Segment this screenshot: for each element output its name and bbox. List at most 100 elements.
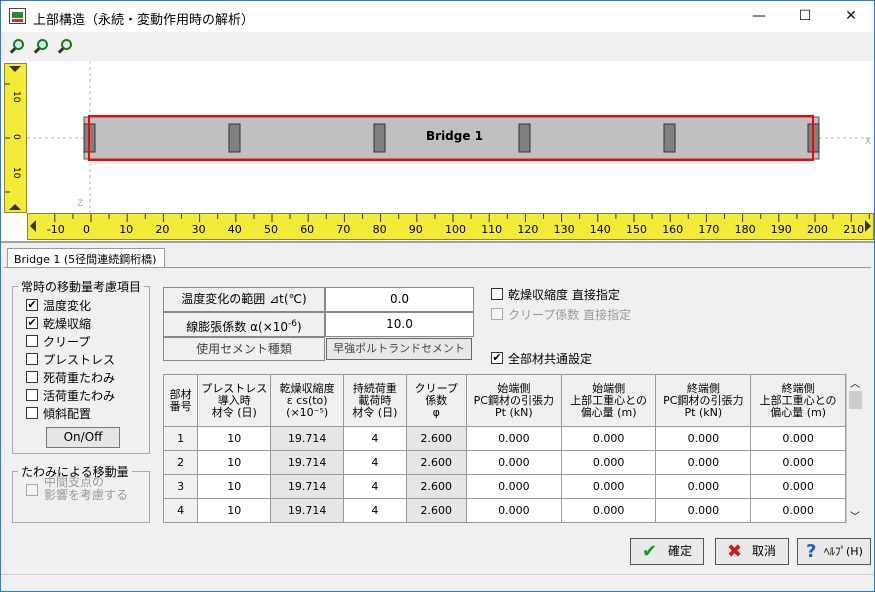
cement-type-label: 使用セメント種類: [163, 337, 325, 361]
movement-checkbox[interactable]: [26, 371, 38, 383]
table-cell[interactable]: 4: [343, 498, 407, 523]
table-column-header: プレストレス 導入時 材令 (日): [197, 374, 272, 427]
movement-checkbox[interactable]: ✔: [26, 317, 38, 329]
table-cell[interactable]: 0.000: [560, 474, 657, 499]
ok-button-label: 確定: [668, 544, 693, 558]
linear-expansion-input[interactable]: 10.0: [325, 312, 474, 337]
intermediate-support-checkbox[interactable]: [26, 484, 38, 496]
table-cell[interactable]: 2.600: [405, 450, 467, 475]
ruler-tick-label: 130: [553, 223, 575, 236]
v-ruler-tick-bottom: 10: [11, 167, 21, 179]
table-column-header: 始端側 上部工重心との 偏心量 (m): [560, 374, 657, 427]
movement-checkbox[interactable]: [26, 335, 38, 347]
table-cell[interactable]: 10: [197, 426, 272, 451]
ruler-tick-label: 190: [770, 223, 792, 236]
scroll-up-icon[interactable]: ︿: [850, 375, 860, 390]
linear-expansion-label-end: ): [297, 320, 302, 334]
zoom-out-icon[interactable]: [33, 38, 51, 56]
cancel-button[interactable]: ✖ 取消: [715, 538, 789, 565]
zoom-fit-icon[interactable]: [57, 38, 75, 56]
movement-checkbox[interactable]: ✔: [26, 299, 38, 311]
table-cell[interactable]: 2.600: [405, 426, 467, 451]
temp-range-input[interactable]: 0.0: [325, 287, 474, 312]
movement-checkbox-label: 死荷重たわみ: [43, 371, 116, 385]
movement-checkbox-label: 活荷重たわみ: [43, 389, 116, 403]
tab-bridge-1[interactable]: Bridge 1 (5径間連続鋼桁橋): [7, 248, 165, 268]
table-cell[interactable]: 0.000: [655, 498, 752, 523]
table-row: 1 10 19.714 4 2.600 0.000 0.000 0.000 0.000: [162, 426, 846, 451]
splitter[interactable]: [1, 241, 874, 243]
onoff-button[interactable]: On/Off: [46, 427, 120, 448]
table-cell[interactable]: 4: [343, 474, 407, 499]
ruler-tick-label: 80: [372, 223, 387, 236]
table-cell[interactable]: 2.600: [405, 474, 467, 499]
movement-checkbox-label: 温度変化: [43, 299, 92, 313]
creep-direct-checkbox[interactable]: [491, 308, 503, 320]
table-cell[interactable]: 0.000: [655, 474, 752, 499]
table-cell[interactable]: 10: [197, 474, 272, 499]
table-cell[interactable]: 0.000: [655, 426, 752, 451]
intermediate-support-label-line1: 中間支点の: [44, 475, 105, 489]
table-cell[interactable]: 0.000: [655, 450, 752, 475]
dialog-window: 上部構造（永続・変動作用時の解析） — ☐ ✕ Bridge 1 X Z 10 …: [0, 0, 875, 592]
linear-expansion-exponent: -6: [288, 319, 298, 329]
table-cell[interactable]: 0.000: [465, 498, 562, 523]
table-cell[interactable]: 0.000: [560, 426, 657, 451]
table-column-header: 始端側 PC鋼材の引張力 Pt (kN): [465, 374, 562, 427]
table-cell[interactable]: 4: [343, 450, 407, 475]
v-ruler-tick-zero: 0: [11, 134, 21, 140]
table-cell[interactable]: 0.000: [750, 474, 846, 499]
x-icon: ✖: [727, 541, 743, 562]
table-cell[interactable]: 2.600: [405, 498, 467, 523]
movement-checkbox[interactable]: [26, 389, 38, 401]
table-row: 4 10 19.714 4 2.600 0.000 0.000 0.000 0.000: [162, 498, 846, 523]
movement-checkbox[interactable]: [26, 407, 38, 419]
table-cell[interactable]: 0.000: [560, 498, 657, 523]
table-cell[interactable]: 0.000: [465, 426, 562, 451]
table-cell[interactable]: 0.000: [750, 426, 846, 451]
movement-items-title: 常時の移動量考慮項目: [18, 278, 145, 295]
scroll-down-icon[interactable]: ﹀: [850, 508, 860, 523]
ruler-tick-label: -10: [46, 223, 65, 236]
movement-checkbox[interactable]: [26, 353, 38, 365]
minimize-button[interactable]: —: [736, 1, 782, 32]
table-column-header: 持続荷重 載荷時 材令 (日): [343, 374, 407, 427]
horizontal-ruler: -10 0 10 20 30 40 50 60 70 80 90 100 110 120 130 140 150…: [27, 213, 874, 240]
settings-panel: 常時の移動量考慮項目 ✔ 温度変化 ✔ 乾燥収縮 クリープ プレストレス 死荷重たわみ 活荷重…: [4, 267, 871, 567]
table-cell[interactable]: 0.000: [560, 450, 657, 475]
table-cell[interactable]: 0.000: [750, 498, 846, 523]
all-members-common-checkbox[interactable]: ✔: [491, 352, 503, 364]
axis-z-label: Z: [77, 199, 84, 209]
table-cell[interactable]: 10: [197, 498, 272, 523]
table-cell: 4: [162, 498, 199, 523]
table-scrollbar[interactable]: ︿ ﹀: [846, 373, 863, 524]
creep-direct-label: クリープ係数 直接指定: [508, 308, 632, 322]
table-cell[interactable]: 0.000: [465, 474, 562, 499]
help-button-label: ﾍﾙﾌﾟ(H): [824, 545, 863, 558]
ruler-tick-label: 60: [300, 223, 315, 236]
scroll-thumb[interactable]: [849, 391, 862, 409]
table-cell[interactable]: 10: [197, 450, 272, 475]
table-cell: 1: [162, 426, 199, 451]
maximize-button[interactable]: ☐: [782, 1, 828, 32]
dry-shrink-direct-checkbox[interactable]: [491, 288, 503, 300]
status-bar: [1, 574, 874, 591]
ok-button[interactable]: ✔ 確定: [630, 538, 704, 565]
help-button[interactable]: ? ﾍﾙﾌﾟ(H): [797, 538, 871, 565]
table-column-header: 乾燥収縮度 ε cs(to) (×10⁻⁵): [270, 374, 345, 427]
table-cell[interactable]: 0.000: [465, 450, 562, 475]
ruler-tick-label: 0: [83, 223, 90, 236]
vertical-ruler: 10 0 10: [4, 63, 27, 213]
ruler-tick-label: 140: [589, 223, 611, 236]
table-cell[interactable]: 19.714: [270, 426, 345, 451]
table-cell[interactable]: 19.714: [270, 498, 345, 523]
app-icon: [9, 8, 26, 24]
table-cell[interactable]: 0.000: [750, 450, 846, 475]
table-cell[interactable]: 19.714: [270, 474, 345, 499]
table-cell[interactable]: 19.714: [270, 450, 345, 475]
v-ruler-tick-top: 10: [11, 91, 21, 103]
zoom-in-icon[interactable]: [9, 38, 27, 56]
cement-type-button[interactable]: 早強ポルトランドセメント: [326, 338, 472, 360]
table-cell[interactable]: 4: [343, 426, 407, 451]
close-button[interactable]: ✕: [828, 1, 874, 32]
